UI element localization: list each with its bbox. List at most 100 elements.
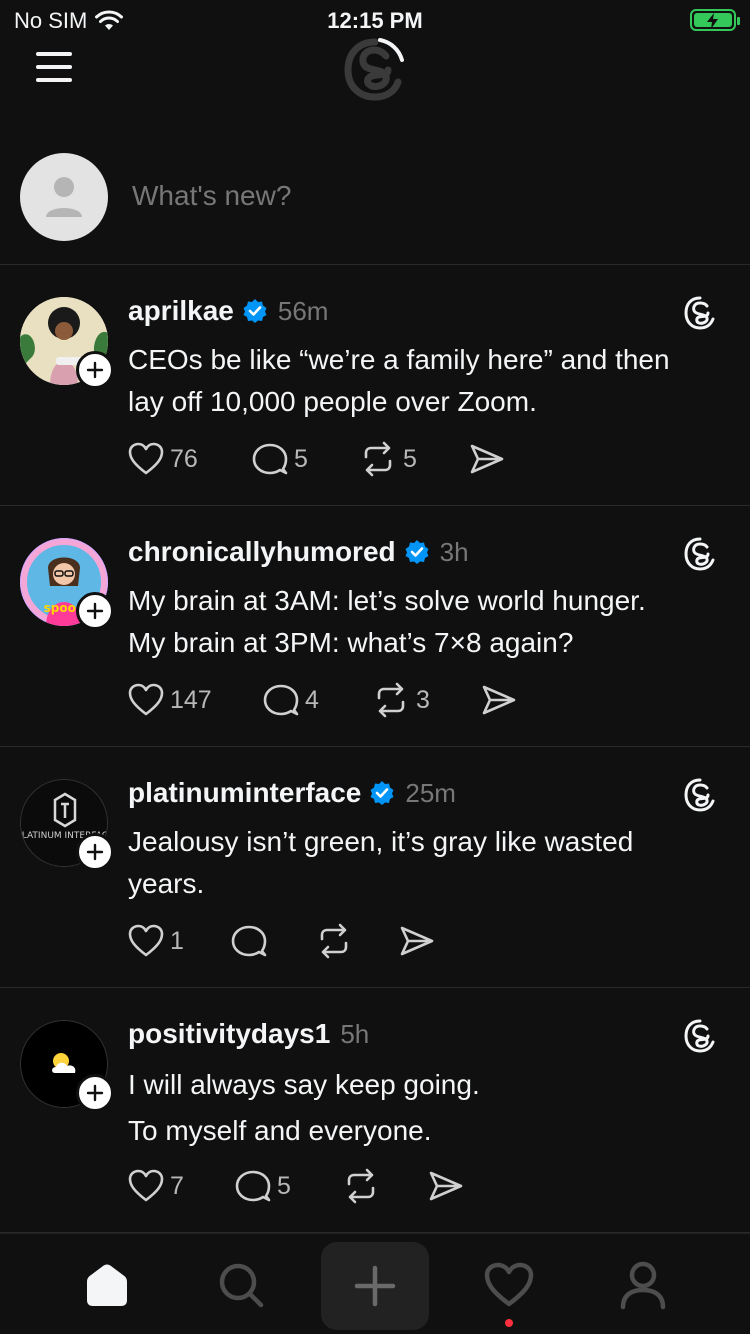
share-button[interactable]: [469, 442, 505, 476]
composer: [0, 150, 750, 265]
plus-icon: [86, 602, 104, 620]
plus-icon: [86, 843, 104, 861]
share-button[interactable]: [481, 683, 517, 717]
send-icon: [482, 685, 516, 715]
like-count: 76: [170, 444, 198, 473]
post-actions: 1: [128, 921, 435, 961]
username[interactable]: aprilkae: [128, 295, 234, 327]
like-count: 1: [170, 926, 184, 955]
search-icon: [219, 1263, 264, 1308]
post-text-line: Jealousy isn’t green, it’s gray like was…: [128, 826, 634, 857]
send-icon: [400, 926, 434, 956]
username[interactable]: platinuminterface: [128, 777, 361, 809]
plus-icon: [86, 361, 104, 379]
like-button[interactable]: 7: [128, 1169, 235, 1203]
post[interactable]: PLATINUM INTERFACE platinuminterface 25m…: [0, 747, 750, 988]
reply-count: 5: [277, 1171, 291, 1200]
compose-input[interactable]: [132, 180, 692, 212]
post-text-line: My brain at 3PM: what’s 7×8 again?: [128, 627, 574, 658]
reply-count: 5: [294, 444, 308, 473]
threads-logo-icon[interactable]: [682, 1018, 718, 1054]
heart-icon: [128, 1169, 164, 1202]
like-button[interactable]: 1: [128, 924, 231, 958]
person-icon: [620, 1261, 666, 1310]
post-time: 56m: [277, 295, 329, 326]
post-text-line: CEOs be like “we’re a family here” and t…: [128, 344, 670, 375]
heart-icon: [128, 442, 164, 475]
plus-icon: [354, 1265, 396, 1307]
post-text: I will always say keep going. To myself …: [128, 1062, 728, 1154]
threads-logo-icon[interactable]: [682, 777, 718, 813]
status-time: 12:15 PM: [327, 8, 423, 33]
like-count: 7: [170, 1171, 184, 1200]
post[interactable]: positivitydays1 5h I will always say kee…: [0, 988, 750, 1233]
reply-button[interactable]: 5: [235, 1169, 342, 1203]
verified-badge-icon: [405, 540, 429, 564]
threads-logo-icon[interactable]: [682, 536, 718, 572]
like-count: 147: [170, 685, 212, 714]
verified-badge-icon: [370, 781, 394, 805]
post-text-line: years.: [128, 868, 205, 899]
nav-search[interactable]: [196, 1242, 286, 1328]
like-button[interactable]: 76: [128, 442, 252, 476]
battery-icon: [690, 9, 740, 31]
follow-button[interactable]: [76, 1074, 114, 1112]
post-time: 5h: [340, 1018, 370, 1049]
home-icon: [87, 1264, 127, 1306]
post[interactable]: spoon chronicallyhumored 3h My brain at …: [0, 506, 750, 747]
avatar[interactable]: [20, 153, 108, 241]
post-text-line: I will always say keep going.: [128, 1069, 480, 1100]
post-header: platinuminterface 25m: [128, 775, 456, 811]
repost-icon: [320, 923, 348, 959]
post-text: Jealousy isn’t green, it’s gray like was…: [128, 821, 728, 905]
post-time: 25m: [405, 777, 456, 808]
bottom-nav: [0, 1233, 750, 1334]
threads-logo[interactable]: [340, 34, 410, 104]
heart-icon: [128, 683, 164, 716]
reply-button[interactable]: 5: [252, 442, 359, 476]
nav-profile[interactable]: [598, 1242, 688, 1328]
verified-badge-icon: [243, 299, 267, 323]
share-button[interactable]: [428, 1169, 464, 1203]
follow-button[interactable]: [76, 833, 114, 871]
reply-button[interactable]: [231, 924, 315, 958]
follow-button[interactable]: [76, 592, 114, 630]
repost-button[interactable]: [342, 1168, 428, 1204]
plus-icon: [86, 1084, 104, 1102]
post-header: positivitydays1 5h: [128, 1016, 369, 1052]
username[interactable]: chronicallyhumored: [128, 536, 396, 568]
repost-button[interactable]: 3: [372, 682, 481, 718]
heart-icon: [128, 924, 164, 957]
repost-button[interactable]: 5: [359, 441, 469, 477]
comment-icon: [252, 443, 288, 475]
repost-icon: [347, 1168, 375, 1204]
post-actions: 76 5 5: [128, 439, 505, 479]
notification-dot: [505, 1319, 513, 1327]
post-text-line: lay off 10,000 people over Zoom.: [128, 386, 537, 417]
post-text: My brain at 3AM: let’s solve world hunge…: [128, 580, 728, 664]
post-actions: 147 4 3: [128, 680, 517, 720]
comment-icon: [235, 1170, 271, 1202]
post-header: chronicallyhumored 3h: [128, 534, 469, 570]
repost-button[interactable]: [315, 923, 399, 959]
hamburger-icon[interactable]: [36, 52, 74, 82]
username[interactable]: positivitydays1: [128, 1018, 330, 1050]
reply-button[interactable]: 4: [263, 683, 372, 717]
like-button[interactable]: 147: [128, 683, 263, 717]
follow-button[interactable]: [76, 351, 114, 389]
threads-logo-icon[interactable]: [682, 295, 718, 331]
comment-icon: [263, 684, 299, 716]
share-button[interactable]: [399, 924, 435, 958]
nav-home[interactable]: [62, 1242, 152, 1328]
nav-activity[interactable]: [464, 1242, 554, 1328]
post-text: CEOs be like “we’re a family here” and t…: [128, 339, 728, 423]
nav-create[interactable]: [321, 1242, 429, 1330]
repost-icon: [364, 441, 392, 477]
post-text-line: To myself and everyone.: [128, 1115, 432, 1146]
heart-icon: [484, 1262, 534, 1307]
post[interactable]: aprilkae 56m CEOs be like “we’re a famil…: [0, 265, 750, 506]
comment-icon: [231, 925, 267, 957]
post-header: aprilkae 56m: [128, 293, 328, 329]
reply-count: 4: [305, 685, 319, 714]
send-icon: [429, 1171, 463, 1201]
